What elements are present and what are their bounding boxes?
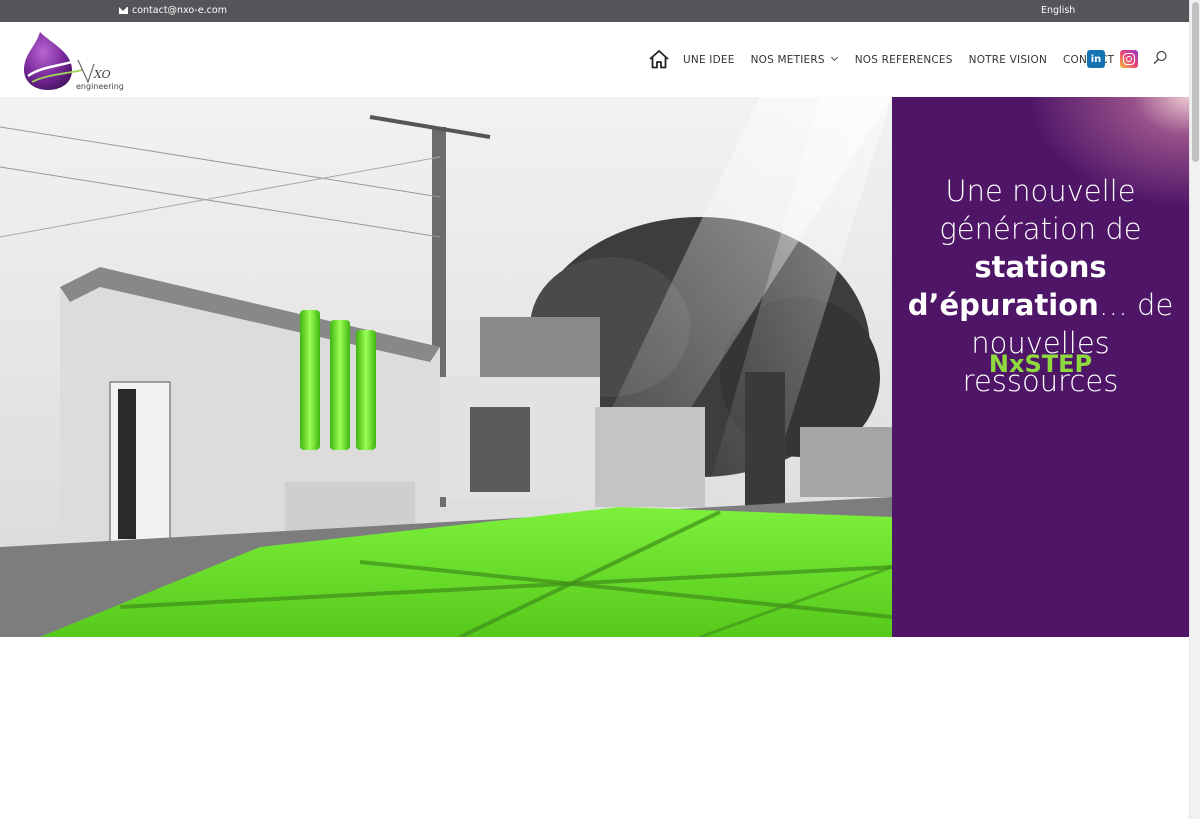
contact-email-link[interactable]: contact@nxo-e.com [119, 5, 227, 16]
hero-banner: Une nouvelle génération de stations d’ép… [0, 97, 1189, 637]
hero-photo-wastewater-plant [0, 97, 892, 637]
main-nav: UNE IDEE NOS METIERS NOS REFERENCES NOTR… [648, 22, 1114, 97]
logo-brand-text: XO [93, 68, 111, 81]
page: contact@nxo-e.com English XO engineering… [0, 0, 1200, 819]
nav-item-nos-metiers-label: NOS METIERS [750, 53, 825, 66]
headline-line-3-text: … de [1098, 288, 1174, 322]
logo-tagline-text: engineering [76, 82, 124, 91]
site-header: XO engineering UNE IDEE NOS METIERS NOS … [0, 22, 1189, 97]
nxo-logo-image: XO engineering [24, 32, 124, 91]
headline-line-1: Une nouvelle [945, 174, 1136, 208]
instagram-icon[interactable] [1120, 50, 1138, 68]
site-logo[interactable]: XO engineering [22, 30, 132, 92]
language-switch-link[interactable]: English [1041, 5, 1075, 16]
nav-item-nos-metiers[interactable]: NOS METIERS [750, 53, 838, 66]
headline-line-2-text: génération de [939, 212, 1142, 246]
scrollbar-thumb[interactable] [1192, 2, 1199, 162]
headline-line-3: d’épuration… de [892, 286, 1189, 324]
envelope-icon [119, 7, 128, 14]
hero-text-panel: Une nouvelle génération de stations d’ép… [892, 97, 1189, 637]
contact-email: contact@nxo-e.com [132, 5, 227, 16]
nav-home[interactable] [648, 47, 683, 73]
search-icon[interactable] [1152, 50, 1168, 66]
linkedin-glyph: in [1090, 53, 1102, 65]
search-icon-glyph [1153, 50, 1167, 65]
nav-item-nos-references[interactable]: NOS REFERENCES [855, 54, 953, 66]
page-scrollbar[interactable] [1189, 0, 1200, 819]
hero-brand-nxstep: NxSTEP [988, 350, 1093, 378]
linkedin-icon[interactable]: in [1087, 50, 1105, 68]
chevron-down-icon [830, 53, 838, 61]
nav-item-une-idee[interactable]: UNE IDEE [683, 54, 735, 66]
headline-line-2: génération de stations [892, 210, 1189, 286]
headline-line-2-bold: stations [974, 250, 1107, 284]
headline-line-3-bold: d’épuration [907, 288, 1099, 322]
top-bar: contact@nxo-e.com English [0, 0, 1189, 22]
nav-item-notre-vision[interactable]: NOTRE VISION [969, 54, 1047, 66]
home-icon [649, 49, 669, 68]
